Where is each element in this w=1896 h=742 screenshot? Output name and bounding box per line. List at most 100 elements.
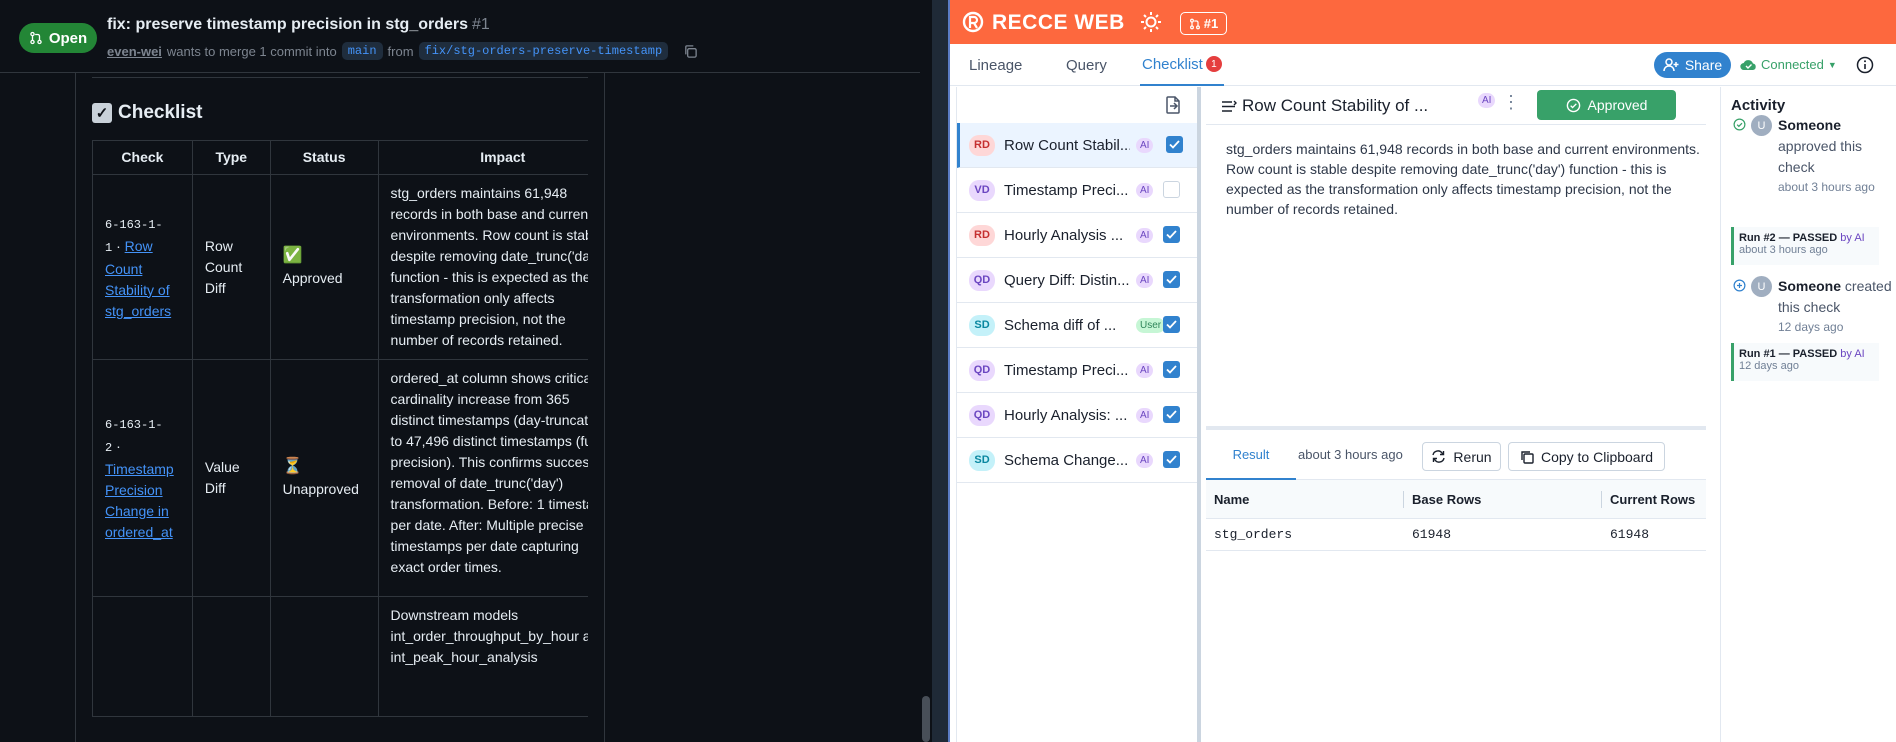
result-timestamp: about 3 hours ago xyxy=(1298,447,1403,462)
result-column-header[interactable]: Name xyxy=(1206,480,1404,518)
sidebar-toolbar xyxy=(957,87,1197,123)
activity-actor: Someone xyxy=(1778,117,1842,133)
copy-icon[interactable] xyxy=(683,44,698,59)
status-text: Approved xyxy=(282,270,343,286)
copy-to-clipboard-button[interactable]: Copy to Clipboard xyxy=(1508,442,1665,471)
check-list-item[interactable]: QD Query Diff: Distin... AI xyxy=(957,258,1197,303)
pr-link-chip[interactable]: #1 xyxy=(1180,12,1227,35)
checklist-table: Check Type Status Impact 6-163-1- 1 · Ro… xyxy=(92,140,588,717)
check-cell: 6-163-1- 2 · Timestamp Precision Change … xyxy=(92,359,193,597)
info-icon[interactable] xyxy=(1856,56,1874,74)
check-type-badge: VD xyxy=(969,179,995,201)
checklist-sidebar: RD Row Count Stabil... AI VD Timestamp Preci… xyxy=(956,87,1201,742)
ai-badge: AI xyxy=(1478,93,1496,108)
checklist-count-badge: 1 xyxy=(1205,56,1222,72)
split-divider[interactable] xyxy=(932,0,950,742)
check-list-item[interactable]: SD Schema diff of ... User xyxy=(957,303,1197,348)
approve-checkbox[interactable] xyxy=(1163,316,1180,333)
check-name: Row Count Stabil... xyxy=(1004,136,1130,154)
check-link[interactable]: Timestamp Precision Change in ordered_at xyxy=(105,461,174,540)
avatar: U xyxy=(1751,115,1772,136)
collapse-menu-icon[interactable] xyxy=(1220,98,1237,115)
check-circle-icon xyxy=(1733,118,1746,131)
column-header-impact: Impact xyxy=(377,140,588,175)
check-description[interactable]: stg_orders maintains 61,948 records in b… xyxy=(1226,139,1706,219)
approve-checkbox[interactable] xyxy=(1163,406,1180,423)
result-cell[interactable]: 61948 xyxy=(1404,519,1602,550)
check-detail-header: Row Count Stability of ... AI ⋮ Approved xyxy=(1206,87,1706,125)
check-list-item[interactable]: SD Schema Change... AI xyxy=(957,438,1197,483)
column-header-check: Check xyxy=(92,140,193,175)
approve-checkbox[interactable] xyxy=(1166,136,1183,153)
activity-time: about 3 hours ago xyxy=(1778,180,1875,194)
pr-author-link[interactable]: even-wei xyxy=(107,44,162,59)
recce-panel: RECCE WEB #1 Lineage Query Checklist 1 S… xyxy=(950,0,1896,742)
check-list-item[interactable]: VD Timestamp Preci... AI xyxy=(957,168,1197,213)
check-list-item[interactable]: QD Hourly Analysis: ... AI xyxy=(957,393,1197,438)
activity-actor: Someone xyxy=(1778,278,1842,294)
connection-status[interactable]: Connected ▼ xyxy=(1740,57,1837,72)
check-list-item[interactable]: RD Row Count Stabil... AI xyxy=(957,123,1197,168)
approve-checkbox[interactable] xyxy=(1163,361,1180,378)
ai-badge: AI xyxy=(1136,227,1154,243)
checkmark-icon xyxy=(1166,275,1177,284)
export-icon[interactable] xyxy=(1163,95,1183,115)
approve-checkbox[interactable] xyxy=(1163,451,1180,468)
tab-checklist-label: Checklist xyxy=(1142,55,1203,73)
refresh-icon xyxy=(1432,450,1446,463)
result-cell[interactable]: 61948 xyxy=(1602,519,1706,550)
check-name: Timestamp Preci... xyxy=(1004,361,1129,379)
sun-icon[interactable] xyxy=(1140,11,1162,33)
tab-query[interactable]: Query xyxy=(1066,44,1107,86)
result-column-header[interactable]: Base Rows xyxy=(1404,480,1602,518)
result-column-header[interactable]: Current Rows xyxy=(1602,480,1706,518)
run-status: Run #2 — PASSED xyxy=(1739,232,1838,244)
result-cell[interactable]: stg_orders xyxy=(1206,519,1404,550)
plus-circle-icon xyxy=(1733,279,1746,292)
pr-meta: even-wei wants to merge 1 commit into ma… xyxy=(107,42,698,60)
scrollbar-thumb[interactable] xyxy=(922,696,930,742)
approve-checkbox[interactable] xyxy=(1163,226,1180,243)
more-options-icon[interactable]: ⋮ xyxy=(1502,92,1520,113)
rerun-button[interactable]: Rerun xyxy=(1422,442,1501,471)
check-title[interactable]: Row Count Stability of ... xyxy=(1242,96,1428,116)
pr-from-text: from xyxy=(387,43,414,59)
check-list-item[interactable]: QD Timestamp Preci... AI xyxy=(957,348,1197,393)
run-time: about 3 hours ago xyxy=(1739,244,1828,256)
activity-text: Someone approved this check about 3 hour… xyxy=(1778,115,1893,196)
pr-header: Open fix: preserve timestamp precision i… xyxy=(0,0,932,73)
check-link[interactable]: Row Count Stability of stg_orders xyxy=(105,238,171,319)
run-status: Run #1 — PASSED xyxy=(1739,348,1838,360)
share-label: Share xyxy=(1684,57,1723,73)
impact-cell: stg_orders maintains 61,948 records in b… xyxy=(377,174,588,360)
type-cell: Value Diff xyxy=(191,359,271,597)
approved-check-icon: ✅ xyxy=(282,247,303,264)
check-list-item[interactable]: RD Hourly Analysis ... AI xyxy=(957,213,1197,258)
approved-button[interactable]: Approved xyxy=(1537,90,1676,120)
avatar: U xyxy=(1751,276,1772,297)
approve-checkbox[interactable] xyxy=(1163,271,1180,288)
head-branch[interactable]: fix/stg-orders-preserve-timestamp xyxy=(418,42,669,60)
tab-lineage[interactable]: Lineage xyxy=(969,44,1022,86)
tab-result[interactable]: Result xyxy=(1206,430,1296,480)
tab-checklist[interactable]: Checklist 1 xyxy=(1140,44,1224,86)
type-cell: Row Count Diff xyxy=(191,174,271,360)
check-detail: Row Count Stability of ... AI ⋮ Approved… xyxy=(1206,87,1706,742)
check-id: 6-163-1- xyxy=(105,217,163,232)
base-branch[interactable]: main xyxy=(341,42,383,60)
share-button[interactable]: Share xyxy=(1654,52,1731,78)
activity-panel: Activity U Someone approved this check a… xyxy=(1720,87,1896,742)
check-id: 6-163-1- xyxy=(105,418,163,432)
run-title: Run #1 — PASSED by AI xyxy=(1739,348,1874,360)
activity-event: U Someone approved this check about 3 ho… xyxy=(1721,115,1896,194)
approve-checkbox[interactable] xyxy=(1163,181,1180,198)
github-pr-panel: Open fix: preserve timestamp precision i… xyxy=(0,0,932,742)
copy-icon xyxy=(1521,450,1534,464)
ai-badge: AI xyxy=(1136,182,1154,198)
result-header-row: Name Base Rows Current Rows xyxy=(1206,480,1706,519)
checklist-table-container: Check Type Status Impact 6-163-1- 1 · Ro… xyxy=(92,140,588,742)
page-scrollbar[interactable] xyxy=(920,0,932,742)
check-id-suffix: 1 xyxy=(105,240,113,255)
status-cell: ✅ Approved xyxy=(269,174,379,360)
pull-request-icon xyxy=(30,31,42,45)
